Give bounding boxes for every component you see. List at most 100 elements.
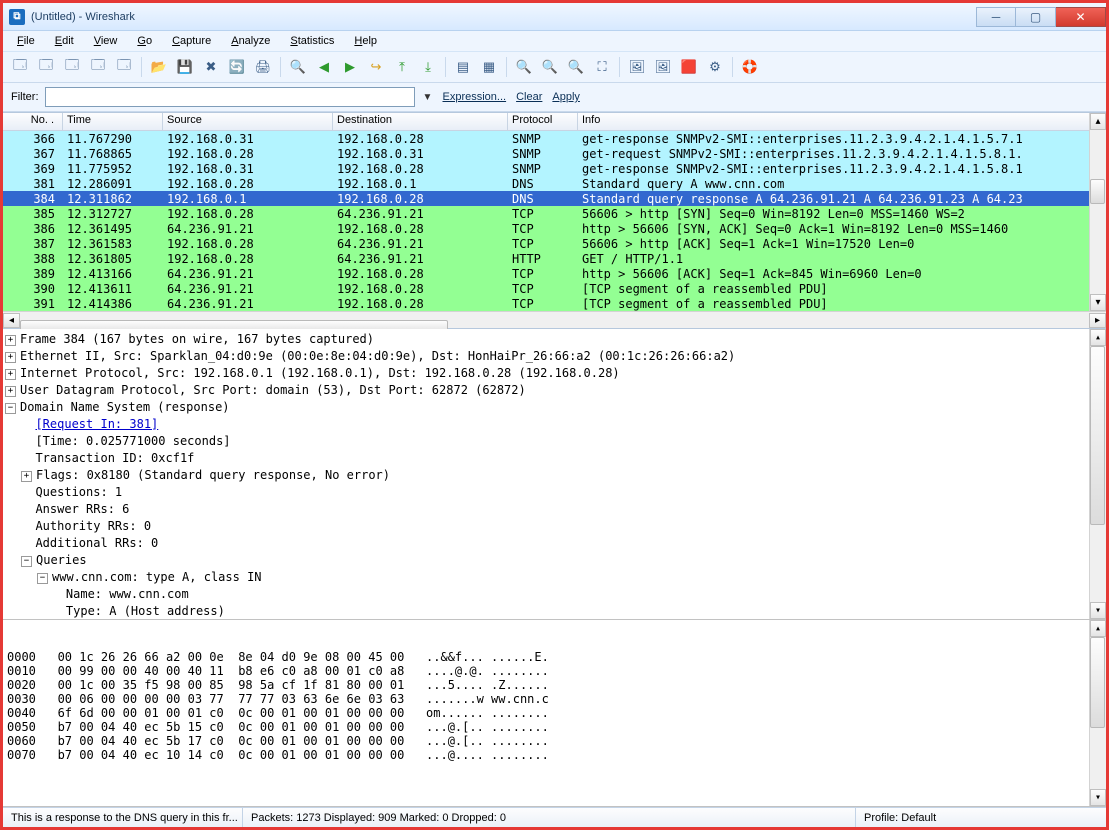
colorize-icon[interactable]: ▤	[452, 56, 474, 78]
details-vscroll[interactable]: ▴ ▾	[1089, 329, 1106, 619]
hex-line[interactable]: 0060 b7 00 04 40 ec 5b 17 c0 0c 00 01 00…	[7, 734, 1102, 748]
go-last-icon[interactable]: ⤓	[417, 56, 439, 78]
field-query-type[interactable]: Type: A (Host address)	[5, 603, 1104, 620]
capture-filters-icon[interactable]: 🖼	[626, 56, 648, 78]
field-time[interactable]: [Time: 0.025771000 seconds]	[5, 433, 1104, 450]
resize-columns-icon[interactable]: ⛶	[591, 56, 613, 78]
expression-link[interactable]: Expression...	[441, 91, 509, 103]
interfaces-icon[interactable]: 🗔	[9, 56, 31, 78]
hex-line[interactable]: 0050 b7 00 04 40 ec 5b 15 c0 0c 00 01 00…	[7, 720, 1102, 734]
tree-ip[interactable]: +Internet Protocol, Src: 192.168.0.1 (19…	[5, 365, 1104, 382]
menu-help[interactable]: Help	[346, 33, 385, 49]
packet-row[interactable]: 36611.767290192.168.0.31192.168.0.28SNMP…	[3, 131, 1106, 146]
field-request-in[interactable]: [Request In: 381]	[5, 416, 1104, 433]
clear-link[interactable]: Clear	[514, 91, 544, 103]
scroll-up-icon[interactable]: ▴	[1090, 113, 1106, 130]
menu-edit[interactable]: Edit	[47, 33, 82, 49]
menu-statistics[interactable]: Statistics	[282, 33, 342, 49]
scroll-up-icon[interactable]: ▴	[1090, 329, 1106, 346]
menu-go[interactable]: Go	[129, 33, 160, 49]
col-header-protocol[interactable]: Protocol	[508, 113, 578, 130]
close-button[interactable]: ✕	[1056, 7, 1106, 27]
zoom-reset-icon[interactable]: 🔍	[565, 56, 587, 78]
menu-capture[interactable]: Capture	[164, 33, 219, 49]
zoom-out-icon[interactable]: 🔍	[539, 56, 561, 78]
tree-udp[interactable]: +User Datagram Protocol, Src Port: domai…	[5, 382, 1104, 399]
field-additional-rrs[interactable]: Additional RRs: 0	[5, 535, 1104, 552]
scroll-down-icon[interactable]: ▾	[1090, 294, 1106, 311]
packet-list-vscroll[interactable]: ▴ ▾	[1089, 113, 1106, 311]
packet-row[interactable]: 39012.41361164.236.91.21192.168.0.28TCP[…	[3, 281, 1106, 296]
close-file-icon[interactable]: ✖	[200, 56, 222, 78]
filter-dropdown-icon[interactable]: ▼	[421, 92, 435, 103]
packet-row[interactable]: 39112.41438664.236.91.21192.168.0.28TCP[…	[3, 296, 1106, 311]
help-icon[interactable]: 🛟	[739, 56, 761, 78]
hex-line[interactable]: 0040 6f 6d 00 00 01 00 01 c0 0c 00 01 00…	[7, 706, 1102, 720]
packet-list-hscroll[interactable]: ◂ ▸	[3, 311, 1106, 328]
hex-line[interactable]: 0070 b7 00 04 40 ec 10 14 c0 0c 00 01 00…	[7, 748, 1102, 762]
open-icon[interactable]: 📂	[148, 56, 170, 78]
tree-query-item[interactable]: −www.cnn.com: type A, class IN	[5, 569, 1104, 586]
col-header-time[interactable]: Time	[63, 113, 163, 130]
filter-input[interactable]	[45, 87, 415, 107]
hex-line[interactable]: 0010 00 99 00 00 40 00 40 11 b8 e6 c0 a8…	[7, 664, 1102, 678]
field-tid[interactable]: Transaction ID: 0xcf1f	[5, 450, 1104, 467]
coloring-rules-icon[interactable]: 🟥	[678, 56, 700, 78]
menu-view[interactable]: View	[86, 33, 126, 49]
packet-row[interactable]: 38912.41316664.236.91.21192.168.0.28TCPh…	[3, 266, 1106, 281]
packet-row[interactable]: 38712.361583192.168.0.2864.236.91.21TCP5…	[3, 236, 1106, 251]
preferences-icon[interactable]: ⚙	[704, 56, 726, 78]
tree-dns[interactable]: −Domain Name System (response)	[5, 399, 1104, 416]
go-to-packet-icon[interactable]: ↪	[365, 56, 387, 78]
start-capture-icon[interactable]: 🗔	[61, 56, 83, 78]
go-first-icon[interactable]: ⤒	[391, 56, 413, 78]
packet-row[interactable]: 38512.312727192.168.0.2864.236.91.21TCP5…	[3, 206, 1106, 221]
go-back-icon[interactable]: ◀	[313, 56, 335, 78]
packet-row[interactable]: 36911.775952192.168.0.31192.168.0.28SNMP…	[3, 161, 1106, 176]
restart-capture-icon[interactable]: 🗔	[113, 56, 135, 78]
scroll-up-icon[interactable]: ▴	[1090, 620, 1106, 637]
menu-file-label: ile	[24, 35, 35, 47]
print-icon[interactable]: 🖨	[252, 56, 274, 78]
scroll-left-icon[interactable]: ◂	[3, 313, 20, 328]
field-questions[interactable]: Questions: 1	[5, 484, 1104, 501]
hex-line[interactable]: 0020 00 1c 00 35 f5 98 00 85 98 5a cf 1f…	[7, 678, 1102, 692]
menu-file[interactable]: File	[9, 33, 43, 49]
col-header-no[interactable]: No. .	[3, 113, 63, 130]
packet-row[interactable]: 36711.768865192.168.0.28192.168.0.31SNMP…	[3, 146, 1106, 161]
tree-frame[interactable]: +Frame 384 (167 bytes on wire, 167 bytes…	[5, 331, 1104, 348]
tree-eth[interactable]: +Ethernet II, Src: Sparklan_04:d0:9e (00…	[5, 348, 1104, 365]
stop-capture-icon[interactable]: 🗔	[87, 56, 109, 78]
display-filters-icon[interactable]: 🖼	[652, 56, 674, 78]
packet-row[interactable]: 38412.311862192.168.0.1192.168.0.28DNSSt…	[3, 191, 1106, 206]
hex-line[interactable]: 0000 00 1c 26 26 66 a2 00 0e 8e 04 d0 9e…	[7, 650, 1102, 664]
tree-queries[interactable]: −Queries	[5, 552, 1104, 569]
field-authority-rrs[interactable]: Authority RRs: 0	[5, 518, 1104, 535]
scroll-right-icon[interactable]: ▸	[1089, 313, 1106, 328]
packet-list-pane: No. . Time Source Destination Protocol I…	[3, 112, 1106, 329]
col-header-info[interactable]: Info	[578, 113, 1106, 130]
packet-row[interactable]: 38612.36149564.236.91.21192.168.0.28TCPh…	[3, 221, 1106, 236]
col-header-source[interactable]: Source	[163, 113, 333, 130]
field-query-name[interactable]: Name: www.cnn.com	[5, 586, 1104, 603]
apply-link[interactable]: Apply	[550, 91, 582, 103]
options-icon[interactable]: 🗔	[35, 56, 57, 78]
reload-icon[interactable]: 🔄	[226, 56, 248, 78]
bytes-vscroll[interactable]: ▴ ▾	[1089, 620, 1106, 806]
zoom-in-icon[interactable]: 🔍	[513, 56, 535, 78]
autoscroll-icon[interactable]: ▦	[478, 56, 500, 78]
field-answer-rrs[interactable]: Answer RRs: 6	[5, 501, 1104, 518]
scroll-down-icon[interactable]: ▾	[1090, 789, 1106, 806]
minimize-button[interactable]: ─	[976, 7, 1016, 27]
tree-flags[interactable]: +Flags: 0x8180 (Standard query response,…	[5, 467, 1104, 484]
menu-analyze[interactable]: Analyze	[223, 33, 278, 49]
packet-row[interactable]: 38812.361805192.168.0.2864.236.91.21HTTP…	[3, 251, 1106, 266]
save-icon[interactable]: 💾	[174, 56, 196, 78]
maximize-button[interactable]: ▢	[1016, 7, 1056, 27]
col-header-destination[interactable]: Destination	[333, 113, 508, 130]
packet-row[interactable]: 38112.286091192.168.0.28192.168.0.1DNSSt…	[3, 176, 1106, 191]
hex-line[interactable]: 0030 00 06 00 00 00 00 03 77 77 77 03 63…	[7, 692, 1102, 706]
find-icon[interactable]: 🔍	[287, 56, 309, 78]
scroll-down-icon[interactable]: ▾	[1090, 602, 1106, 619]
go-forward-icon[interactable]: ▶	[339, 56, 361, 78]
